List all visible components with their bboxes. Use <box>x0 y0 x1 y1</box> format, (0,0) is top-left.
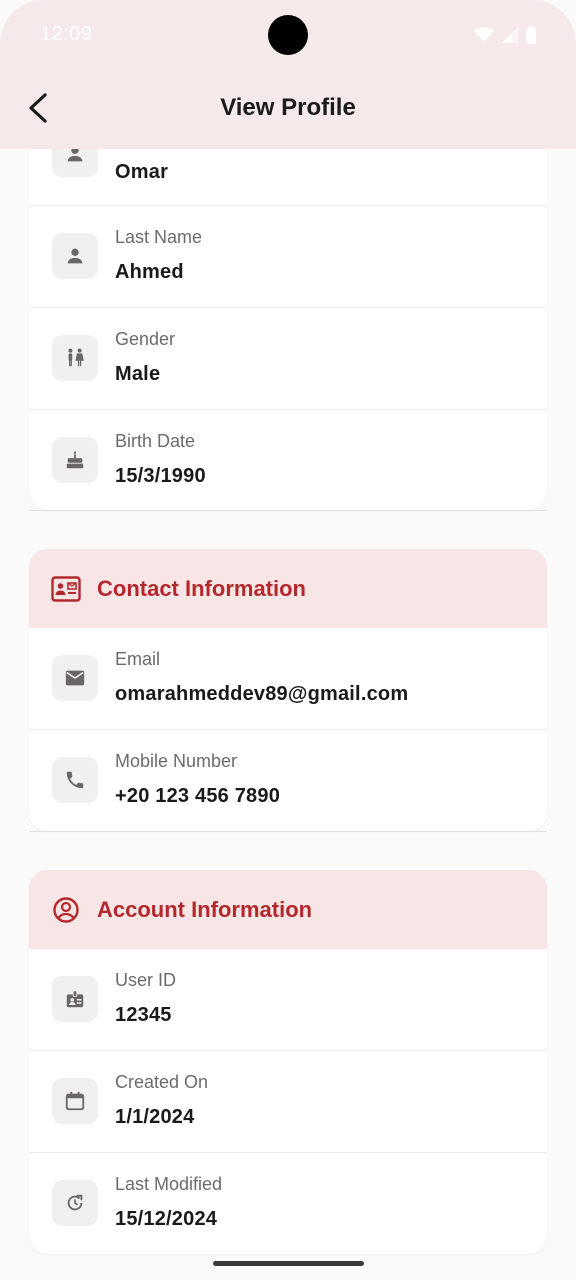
battery-icon <box>526 26 536 44</box>
field-label: Last Name <box>115 227 203 247</box>
person-icon <box>52 233 98 279</box>
divider <box>29 510 547 511</box>
profile-content[interactable]: Omar Last Name Ahmed Gender Male Birth D… <box>0 0 576 1280</box>
field-label: Mobile Number <box>115 751 238 771</box>
wc-icon <box>52 335 98 381</box>
divider <box>29 831 547 832</box>
top-app-bar: 12:09 View Profile <box>0 0 576 149</box>
field-value: Ahmed <box>115 261 184 283</box>
field-label: Last Modified <box>115 1174 223 1194</box>
device-screen: Omar Last Name Ahmed Gender Male Birth D… <box>0 0 576 1280</box>
account-info-card: Account Information User ID 12345 Create… <box>29 870 547 1254</box>
contact-info-card: Contact Information Email omarahmeddev89… <box>29 549 547 831</box>
badge-icon <box>52 976 98 1022</box>
page-title: View Profile <box>220 94 356 121</box>
contact-card-title: Contact Information <box>97 575 306 601</box>
account-card-header: Account Information <box>29 870 547 949</box>
status-time: 12:09 <box>40 23 93 45</box>
contact-card-header: Contact Information <box>29 549 547 628</box>
cake-icon <box>52 437 98 483</box>
account-card-title: Account Information <box>97 896 313 922</box>
field-label: Birth Date <box>115 431 196 451</box>
field-value: 15/3/1990 <box>115 465 206 487</box>
wifi-icon <box>474 27 494 42</box>
status-bar: 12:09 <box>0 0 576 72</box>
first-name-value: Omar <box>115 161 169 183</box>
personal-info-card: Omar Last Name Ahmed Gender Male Birth D… <box>29 104 547 510</box>
calendar-icon <box>52 1078 98 1124</box>
app-bar: View Profile <box>0 72 576 149</box>
field-value: 15/12/2024 <box>115 1208 218 1230</box>
email-row: Email omarahmeddev89@gmail.com <box>29 628 547 729</box>
field-label: Email <box>115 649 161 669</box>
signal-icon <box>502 27 518 43</box>
created-on-row: Created On 1/1/2024 <box>29 1050 547 1152</box>
field-label: User ID <box>115 970 177 990</box>
field-label: Gender <box>115 329 176 349</box>
gender-row: Gender Male <box>29 307 547 409</box>
field-value: +20 123 456 7890 <box>115 785 281 807</box>
contact-card-icon <box>51 574 81 604</box>
field-value: 1/1/2024 <box>115 1106 195 1128</box>
phone-icon <box>52 757 98 803</box>
status-icons <box>474 26 536 44</box>
last-modified-row: Last Modified 15/12/2024 <box>29 1152 547 1254</box>
field-value: omarahmeddev89@gmail.com <box>115 683 409 705</box>
mobile-row: Mobile Number +20 123 456 7890 <box>29 729 547 831</box>
camera-cutout <box>268 15 308 55</box>
field-label: Created On <box>115 1072 209 1092</box>
update-icon <box>52 1180 98 1226</box>
field-value: Male <box>115 363 161 385</box>
home-indicator[interactable] <box>213 1261 364 1266</box>
mail-icon <box>52 655 98 701</box>
birth-date-row: Birth Date 15/3/1990 <box>29 409 547 510</box>
field-value: 12345 <box>115 1004 172 1026</box>
account-circle-icon <box>51 895 81 925</box>
user-id-row: User ID 12345 <box>29 949 547 1050</box>
last-name-row: Last Name Ahmed <box>29 205 547 307</box>
